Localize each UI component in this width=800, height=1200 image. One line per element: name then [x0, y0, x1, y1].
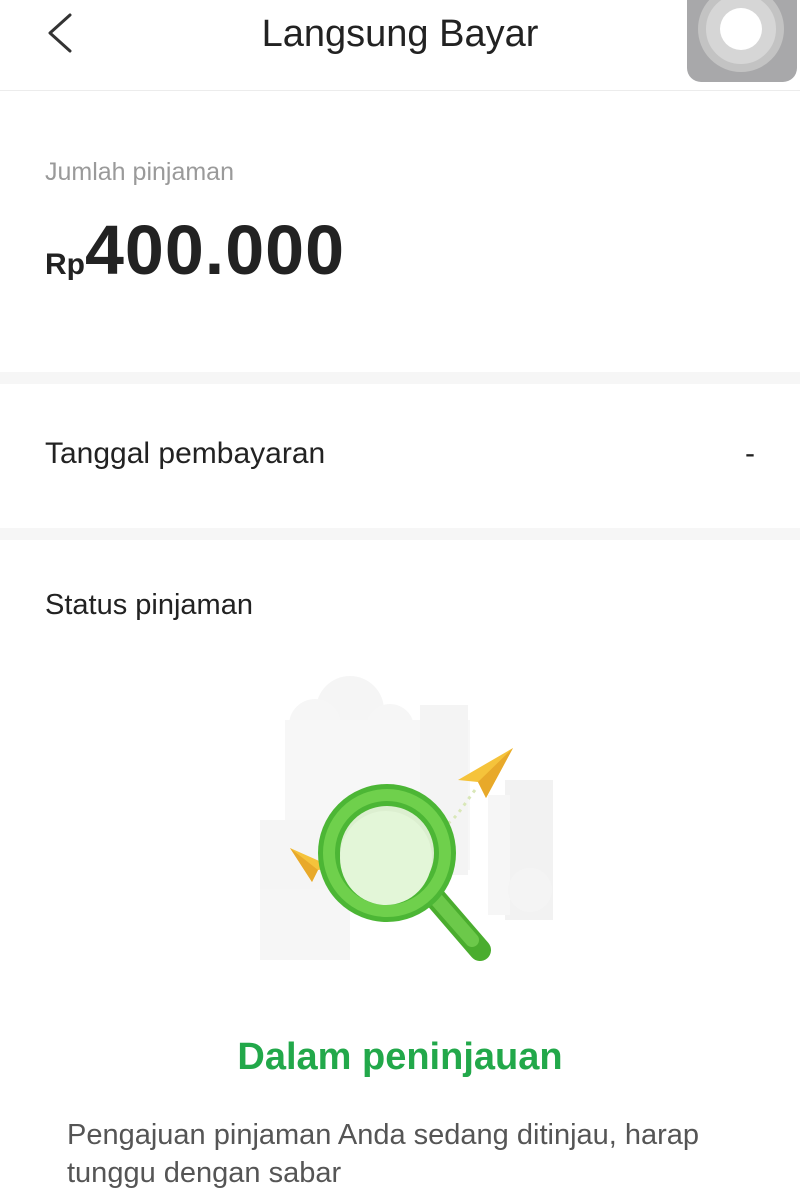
payment-date-value: - [745, 437, 755, 470]
loan-status-label: Status pinjaman [45, 589, 253, 621]
section-divider [0, 372, 800, 384]
page-title: Langsung Bayar [261, 13, 539, 55]
loan-status-section: Status pinjaman Dalam peninjauan Pengaju… [0, 540, 800, 1200]
currency-symbol: Rp [45, 248, 85, 281]
payment-date-row: Tanggal pembayaran - [0, 384, 800, 528]
loan-amount: Rp400.000 [45, 210, 345, 290]
assistive-touch-icon [698, 0, 784, 72]
loan-amount-label: Jumlah pinjaman [45, 158, 234, 186]
amount-value: 400.000 [85, 211, 346, 289]
app-header: Langsung Bayar [0, 0, 800, 91]
review-illustration [260, 676, 553, 961]
section-divider [0, 528, 800, 540]
assistive-touch-button[interactable] [687, 0, 797, 82]
status-title: Dalam peninjauan [237, 1036, 563, 1078]
loan-amount-section: Jumlah pinjaman Rp400.000 [0, 92, 800, 372]
status-description: Pengajuan pinjaman Anda sedang ditinjau,… [67, 1119, 700, 1189]
payment-date-label: Tanggal pembayaran [45, 437, 326, 470]
